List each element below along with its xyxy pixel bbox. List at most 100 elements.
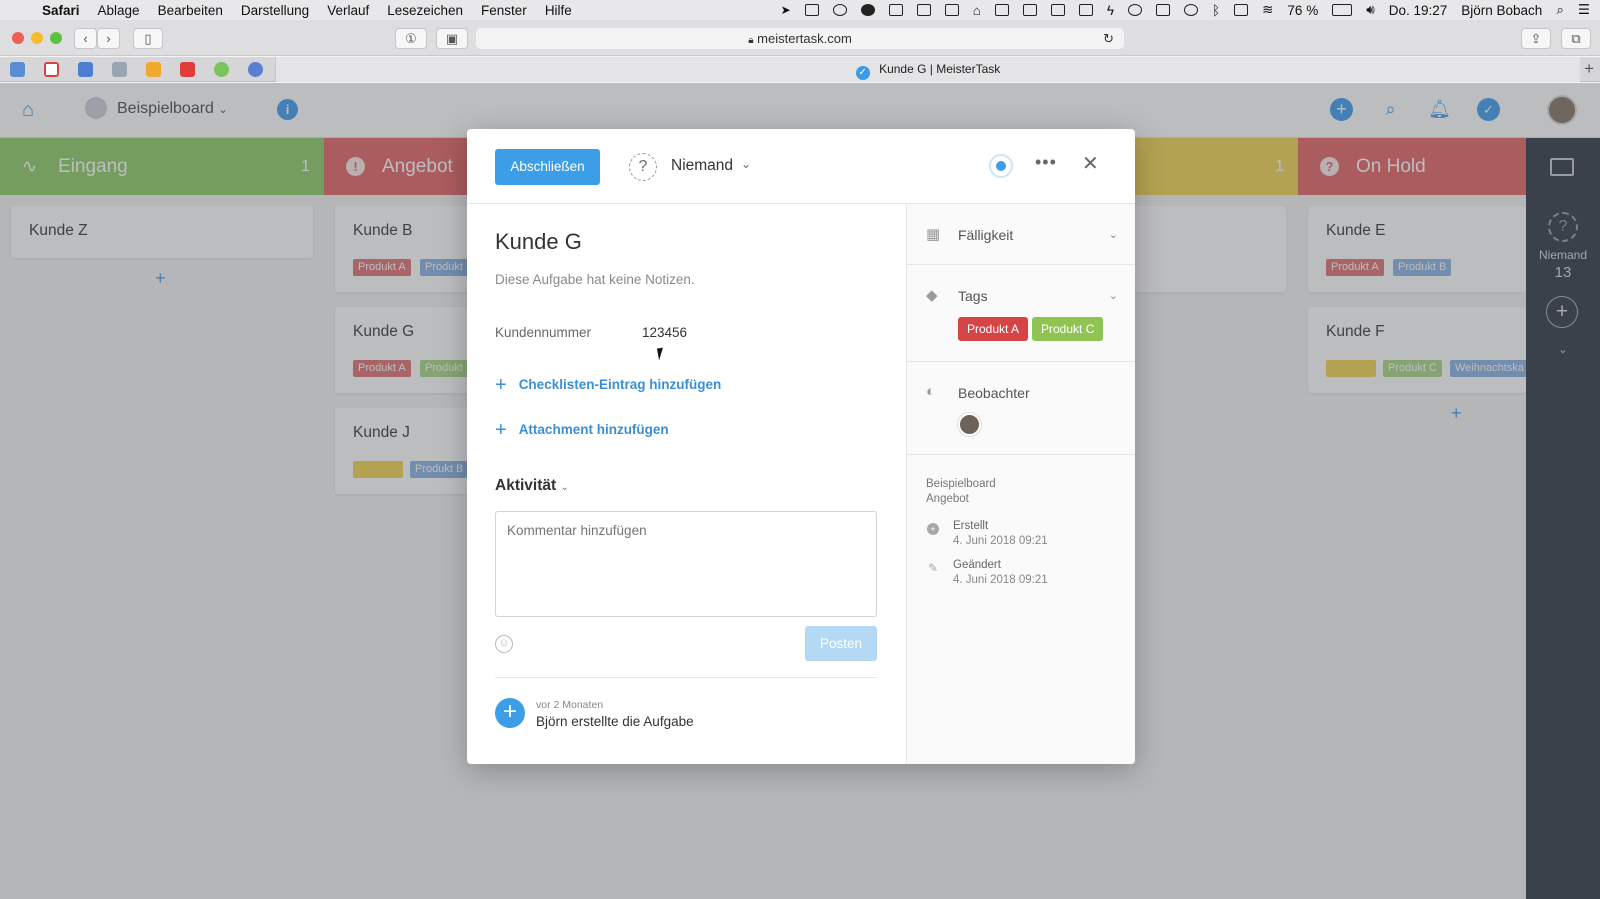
onepassword-status-icon[interactable]	[832, 4, 847, 16]
activity-heading[interactable]: Aktivität ⌄	[495, 477, 569, 495]
activity-text: Björn erstellte die Aufgabe	[536, 714, 694, 729]
time-machine-icon[interactable]	[1184, 4, 1198, 16]
custom-field-label: Kundennummer	[495, 325, 592, 340]
menu-app[interactable]: Safari	[42, 3, 80, 18]
airplay-status-icon[interactable]	[1156, 4, 1170, 16]
tags-section: ◆ Tags ⌄	[907, 265, 1135, 362]
modal-header: Abschließen ? Niemand ⌄ ••• ✕	[467, 129, 1135, 204]
font-status-icon[interactable]	[1022, 4, 1037, 16]
post-comment-button[interactable]: Posten	[805, 626, 877, 661]
add-attachment-label: Attachment hinzufügen	[518, 422, 669, 437]
news-status-icon[interactable]	[994, 4, 1009, 16]
menubar-status: ➤ ⌂ ϟ ᛒ ≋ 76 % 🔊︎ Do. 19:27 Björn Bobach…	[781, 2, 1590, 18]
menu-ablage[interactable]: Ablage	[98, 3, 140, 18]
keyboard-status-icon[interactable]	[1234, 4, 1249, 16]
active-tab[interactable]: ✓ Kunde G | MeisterTask	[275, 57, 1580, 82]
tabs-overview-button[interactable]: ⧉	[1561, 28, 1591, 49]
chevron-down-icon[interactable]: ⌄	[741, 157, 751, 171]
calendar-status-icon[interactable]	[804, 4, 819, 16]
task-title[interactable]: Kunde G	[495, 229, 582, 255]
new-tab-button[interactable]: +	[1584, 59, 1594, 79]
calendar-bookmark-icon[interactable]	[10, 62, 25, 77]
pencil-icon: ✎	[927, 561, 939, 575]
sidebar-toggle-button[interactable]: ▯	[133, 28, 163, 49]
app-status-icon[interactable]	[860, 4, 875, 16]
meta-board[interactable]: Beispielboard	[926, 478, 996, 490]
favorites-bar: ✓ Kunde G | MeisterTask +	[0, 57, 1600, 82]
due-date-section[interactable]: ▦ Fälligkeit ⌄	[907, 204, 1135, 265]
store-bookmark-icon[interactable]	[112, 62, 127, 77]
clock[interactable]: Do. 19:27	[1389, 3, 1448, 18]
complete-task-button[interactable]: Abschließen	[495, 149, 600, 185]
menu-verlauf[interactable]: Verlauf	[327, 3, 369, 18]
watchers-section: ◐ Beobachter	[907, 362, 1135, 455]
zoom-window-button[interactable]	[50, 32, 62, 44]
home-status-icon[interactable]: ⌂	[973, 3, 981, 18]
tag-produkt-c[interactable]: Produkt C	[1032, 317, 1104, 341]
activity-time: vor 2 Monaten	[536, 699, 604, 711]
comment-input[interactable]	[495, 511, 877, 617]
gmail-bookmark-icon[interactable]	[44, 62, 59, 77]
address-bar[interactable]: 🔒︎ meistertask.com ↻	[476, 28, 1124, 49]
clipboard-status-icon[interactable]	[944, 4, 959, 16]
extension-button[interactable]: ▣	[436, 28, 468, 49]
spotlight-icon[interactable]: ⌕	[1556, 2, 1564, 18]
menu-bearbeiten[interactable]: Bearbeiten	[158, 3, 223, 18]
activity-title: Aktivität	[495, 477, 557, 494]
wd-status-icon[interactable]	[916, 4, 931, 16]
watcher-avatar[interactable]	[958, 413, 981, 436]
link-bookmark-icon[interactable]	[248, 62, 263, 77]
battery-percent[interactable]: 76 %	[1287, 3, 1318, 18]
share-button[interactable]: ⇪	[1521, 28, 1551, 49]
add-checklist-link[interactable]: + Checklisten-Eintrag hinzufügen	[495, 374, 721, 397]
back-button[interactable]: ‹	[74, 28, 97, 49]
watchers-label: Beobachter	[958, 385, 1030, 401]
menu-hilfe[interactable]: Hilfe	[545, 3, 572, 18]
add-attachment-link[interactable]: + Attachment hinzufügen	[495, 419, 669, 442]
close-icon[interactable]: ✕	[1082, 151, 1099, 176]
camera-status-icon[interactable]	[1078, 4, 1093, 16]
watch-icon[interactable]	[989, 154, 1013, 178]
leaf-bookmark-icon[interactable]	[214, 62, 229, 77]
meta-column[interactable]: Angebot	[926, 493, 969, 505]
created-date: 4. Juni 2018 09:21	[953, 535, 1048, 547]
task-notes[interactable]: Diese Aufgabe hat keine Notizen.	[495, 272, 695, 287]
menu-darstellung[interactable]: Darstellung	[241, 3, 309, 18]
divider	[495, 677, 877, 678]
assignee-name[interactable]: Niemand	[671, 157, 733, 175]
tag-produkt-a[interactable]: Produkt A	[958, 317, 1029, 341]
volume-icon[interactable]: 🔊︎	[1366, 2, 1375, 18]
youtube-bookmark-icon[interactable]	[180, 62, 195, 77]
meistertask-check-icon: ✓	[855, 66, 870, 80]
forward-button[interactable]: ›	[97, 28, 120, 49]
watch-icon: ◐	[926, 383, 936, 400]
app-bookmark-icon[interactable]	[78, 62, 93, 77]
custom-field-value[interactable]: 123456	[642, 325, 687, 340]
location-icon[interactable]: ➤	[781, 3, 791, 17]
bluetooth-icon[interactable]: ᛒ	[1212, 3, 1220, 18]
minimize-window-button[interactable]	[31, 32, 43, 44]
chevron-down-icon[interactable]: ⌄	[1109, 289, 1118, 302]
notification-center-icon[interactable]: ☰	[1578, 2, 1590, 18]
user-name[interactable]: Björn Bobach	[1461, 3, 1542, 18]
tags-label: Tags	[958, 288, 988, 304]
grid-status-icon[interactable]	[1050, 4, 1065, 16]
reload-icon[interactable]: ↻	[1103, 28, 1114, 49]
menu-fenster[interactable]: Fenster	[481, 3, 527, 18]
tab-title: Kunde G | MeisterTask	[879, 62, 1001, 76]
more-options-icon[interactable]: •••	[1035, 152, 1057, 173]
screenshot-status-icon[interactable]	[888, 4, 903, 16]
assignee-question-icon[interactable]: ?	[629, 153, 657, 181]
bolt-status-icon[interactable]: ϟ	[1107, 3, 1114, 18]
battery-icon[interactable]	[1332, 4, 1353, 16]
onepassword-button[interactable]: ①	[395, 28, 427, 49]
changed-date: 4. Juni 2018 09:21	[953, 574, 1048, 586]
created-icon: +	[927, 523, 939, 535]
analytics-bookmark-icon[interactable]	[146, 62, 161, 77]
globe-status-icon[interactable]	[1128, 4, 1142, 16]
close-window-button[interactable]	[12, 32, 24, 44]
menu-lesezeichen[interactable]: Lesezeichen	[387, 3, 463, 18]
wifi-icon[interactable]: ≋	[1262, 2, 1273, 18]
plus-icon: +	[495, 419, 507, 441]
emoji-icon[interactable]: ☺	[495, 635, 513, 653]
